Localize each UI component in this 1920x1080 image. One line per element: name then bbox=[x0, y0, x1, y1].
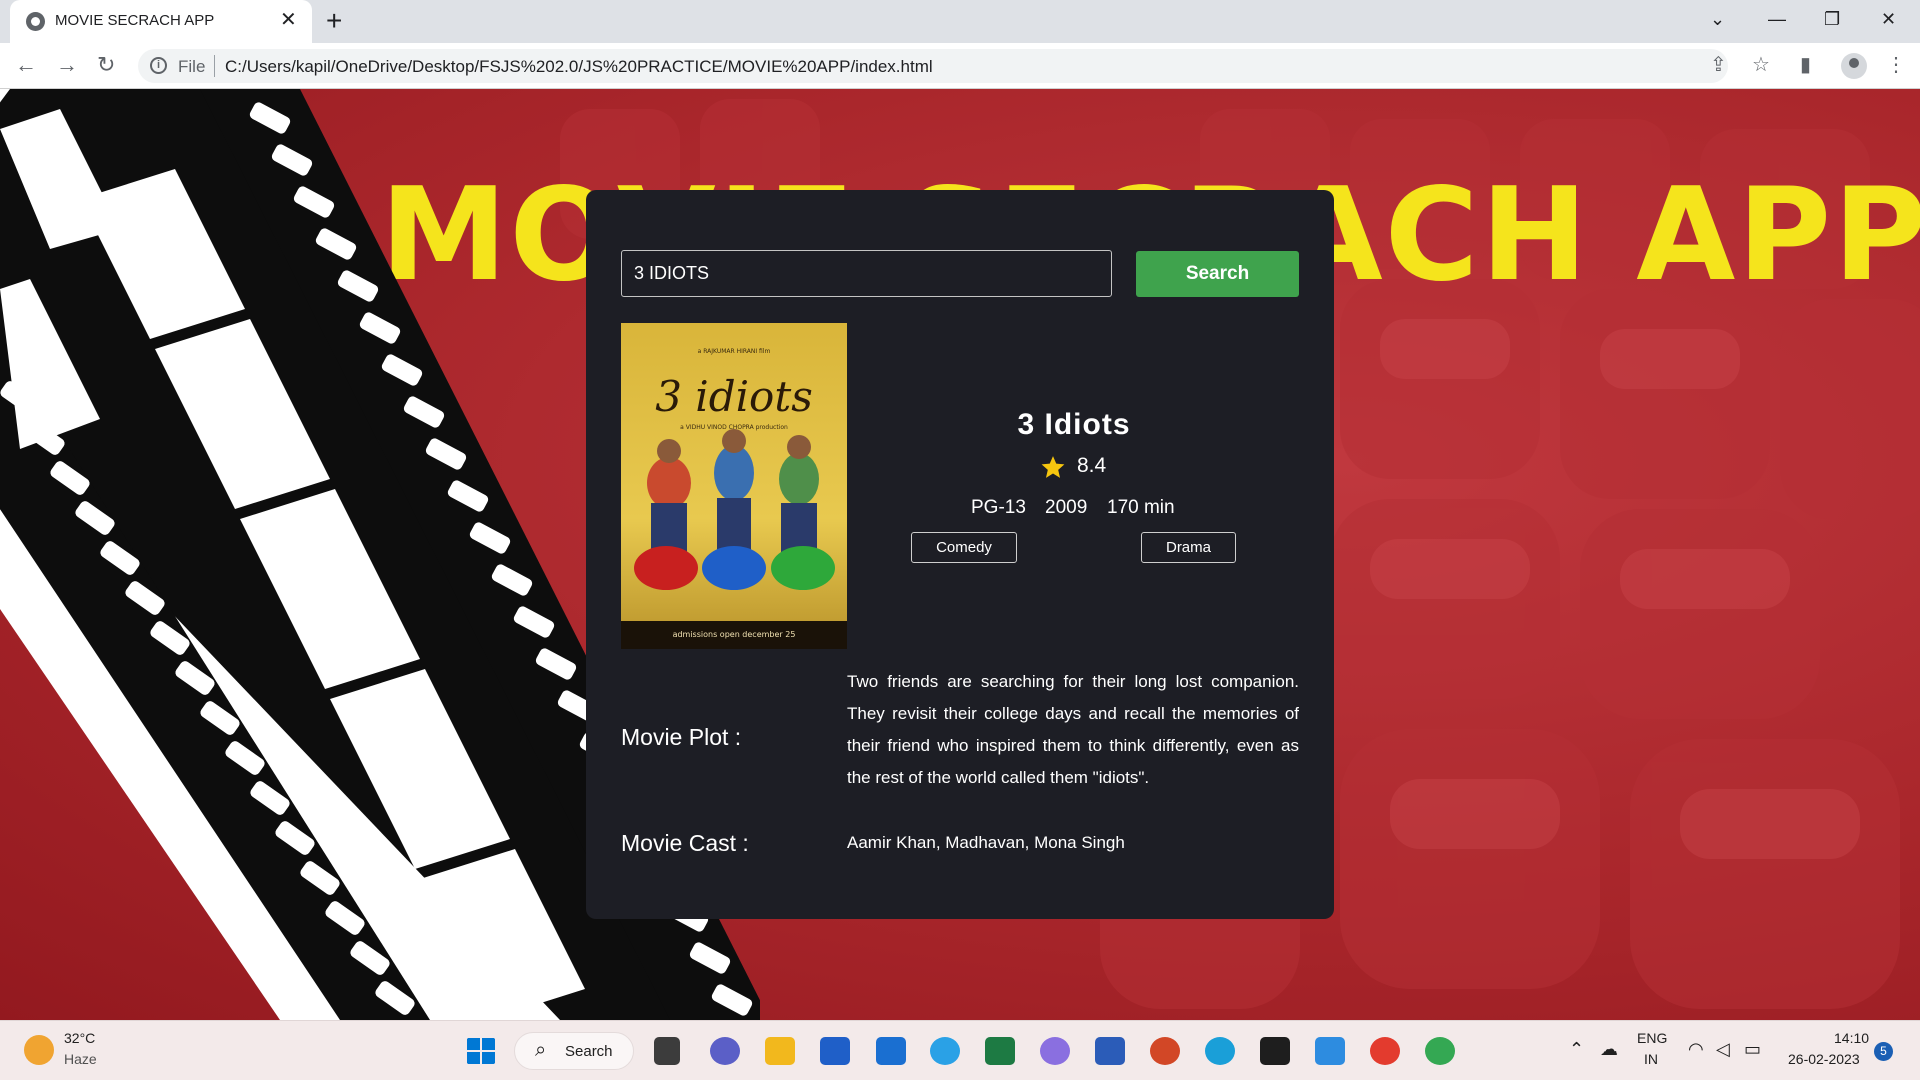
rating-value: 8.4 bbox=[1077, 454, 1107, 477]
poster-credit-top: a RAJKUMAR HIRANI film bbox=[698, 348, 771, 355]
reload-button[interactable]: ↻ bbox=[97, 53, 115, 77]
search-icon: ⌕ bbox=[535, 1039, 547, 1061]
volume-icon[interactable]: ◁ bbox=[1716, 1039, 1730, 1060]
teams-chat-icon[interactable] bbox=[710, 1037, 740, 1065]
genre-tag: Comedy bbox=[911, 532, 1017, 563]
scheme-label: File bbox=[178, 57, 206, 76]
genre-tag: Drama bbox=[1141, 532, 1236, 563]
page-viewport: MOVIE SECRACH APP bbox=[0, 89, 1920, 1020]
terminal-icon[interactable] bbox=[1260, 1037, 1290, 1065]
word-icon[interactable] bbox=[1095, 1037, 1125, 1065]
taskbar: 32°C Haze ⌕ Search ⌃ ☁ ENG IN ◠ ◁ ▭ 14:1… bbox=[0, 1020, 1920, 1080]
tab-search-icon[interactable]: ⌄ bbox=[1710, 8, 1725, 30]
profile-avatar[interactable] bbox=[1841, 53, 1867, 79]
movie-card: Search a RAJKUMAR HIRANI film 3 idiots a… bbox=[586, 190, 1334, 919]
restore-button[interactable]: ❐ bbox=[1824, 8, 1840, 30]
wifi-icon[interactable]: ◠ bbox=[1688, 1039, 1704, 1060]
language-top[interactable]: ENG bbox=[1637, 1030, 1667, 1046]
movie-title: 3 Idiots bbox=[1017, 408, 1131, 441]
close-window-button[interactable]: ✕ bbox=[1881, 8, 1896, 30]
minimize-button[interactable]: — bbox=[1768, 8, 1786, 30]
poster-title: 3 idiots bbox=[655, 372, 813, 421]
cast-text: Aamir Khan, Madhavan, Mona Singh bbox=[847, 833, 1125, 852]
onedrive-icon[interactable]: ☁ bbox=[1600, 1039, 1618, 1060]
start-menu-icon[interactable] bbox=[466, 1037, 496, 1065]
notification-badge[interactable]: 5 bbox=[1874, 1042, 1893, 1061]
show-hidden-icons-icon[interactable]: ⌃ bbox=[1569, 1039, 1584, 1060]
tab-title: MOVIE SECRACH APP bbox=[55, 12, 215, 29]
clock-date[interactable]: 26-02-2023 bbox=[1788, 1051, 1860, 1067]
star-icon bbox=[1041, 456, 1065, 478]
divider bbox=[214, 55, 215, 77]
help-app-icon[interactable] bbox=[930, 1037, 960, 1065]
runtime-label: 170 min bbox=[1107, 497, 1175, 518]
plot-text: Two friends are searching for their long… bbox=[847, 672, 1299, 787]
taskbar-search-label: Search bbox=[565, 1043, 613, 1060]
file-explorer-icon[interactable] bbox=[765, 1037, 795, 1065]
menu-kebab-icon[interactable]: ⋮ bbox=[1886, 54, 1906, 76]
forward-button[interactable]: → bbox=[56, 53, 78, 77]
movie-poster: a RAJKUMAR HIRANI film 3 idiots a VIDHU … bbox=[621, 323, 847, 649]
globe-icon bbox=[26, 12, 45, 31]
back-button[interactable]: ← bbox=[15, 53, 37, 77]
info-icon[interactable]: i bbox=[150, 57, 167, 74]
poster-footer: admissions open december 25 bbox=[673, 630, 796, 639]
rated-label: PG-13 bbox=[971, 497, 1026, 518]
search-button[interactable]: Search bbox=[1136, 251, 1299, 297]
new-tab-button[interactable]: + bbox=[326, 6, 342, 36]
close-tab-icon[interactable]: ✕ bbox=[280, 9, 297, 31]
microsoft-store-icon[interactable] bbox=[820, 1037, 850, 1065]
vscode-icon[interactable] bbox=[1315, 1037, 1345, 1065]
bookmark-star-icon[interactable]: ☆ bbox=[1752, 54, 1770, 76]
excel-icon[interactable] bbox=[985, 1037, 1015, 1065]
address-bar: ← → ↻ i File C:/Users/kapil/OneDrive/Des… bbox=[0, 43, 1920, 89]
weather-condition[interactable]: Haze bbox=[64, 1051, 97, 1067]
powerpoint-icon[interactable] bbox=[1150, 1037, 1180, 1065]
edge-icon[interactable] bbox=[1205, 1037, 1235, 1065]
battery-icon[interactable]: ▭ bbox=[1744, 1039, 1761, 1060]
url-text[interactable]: C:/Users/kapil/OneDrive/Desktop/FSJS%202… bbox=[225, 57, 933, 77]
task-view-icon[interactable] bbox=[654, 1037, 680, 1065]
cast-label: Movie Cast : bbox=[621, 830, 749, 856]
chrome-icon[interactable] bbox=[1370, 1037, 1400, 1065]
plot-label: Movie Plot : bbox=[621, 724, 742, 750]
browser-tab[interactable]: MOVIE SECRACH APP ✕ bbox=[10, 0, 312, 43]
movie-search-input[interactable] bbox=[621, 250, 1112, 297]
side-panel-icon[interactable]: ▮ bbox=[1800, 54, 1811, 76]
share-icon[interactable]: ⇪ bbox=[1710, 54, 1727, 76]
app-icon-blue[interactable] bbox=[876, 1037, 906, 1065]
year-label: 2009 bbox=[1045, 497, 1088, 518]
clock-time[interactable]: 14:10 bbox=[1834, 1030, 1869, 1046]
chrome-active-icon[interactable] bbox=[1425, 1037, 1455, 1065]
weather-temperature[interactable]: 32°C bbox=[64, 1030, 95, 1046]
weather-sun-icon[interactable] bbox=[24, 1035, 54, 1065]
omnibox[interactable]: i File C:/Users/kapil/OneDrive/Desktop/F… bbox=[138, 49, 1728, 83]
copilot-icon[interactable] bbox=[1040, 1037, 1070, 1065]
language-bottom[interactable]: IN bbox=[1644, 1051, 1658, 1067]
browser-tab-strip: MOVIE SECRACH APP ✕ + ⌄ — ❐ ✕ bbox=[0, 0, 1920, 43]
taskbar-search[interactable]: ⌕ Search bbox=[514, 1032, 634, 1070]
